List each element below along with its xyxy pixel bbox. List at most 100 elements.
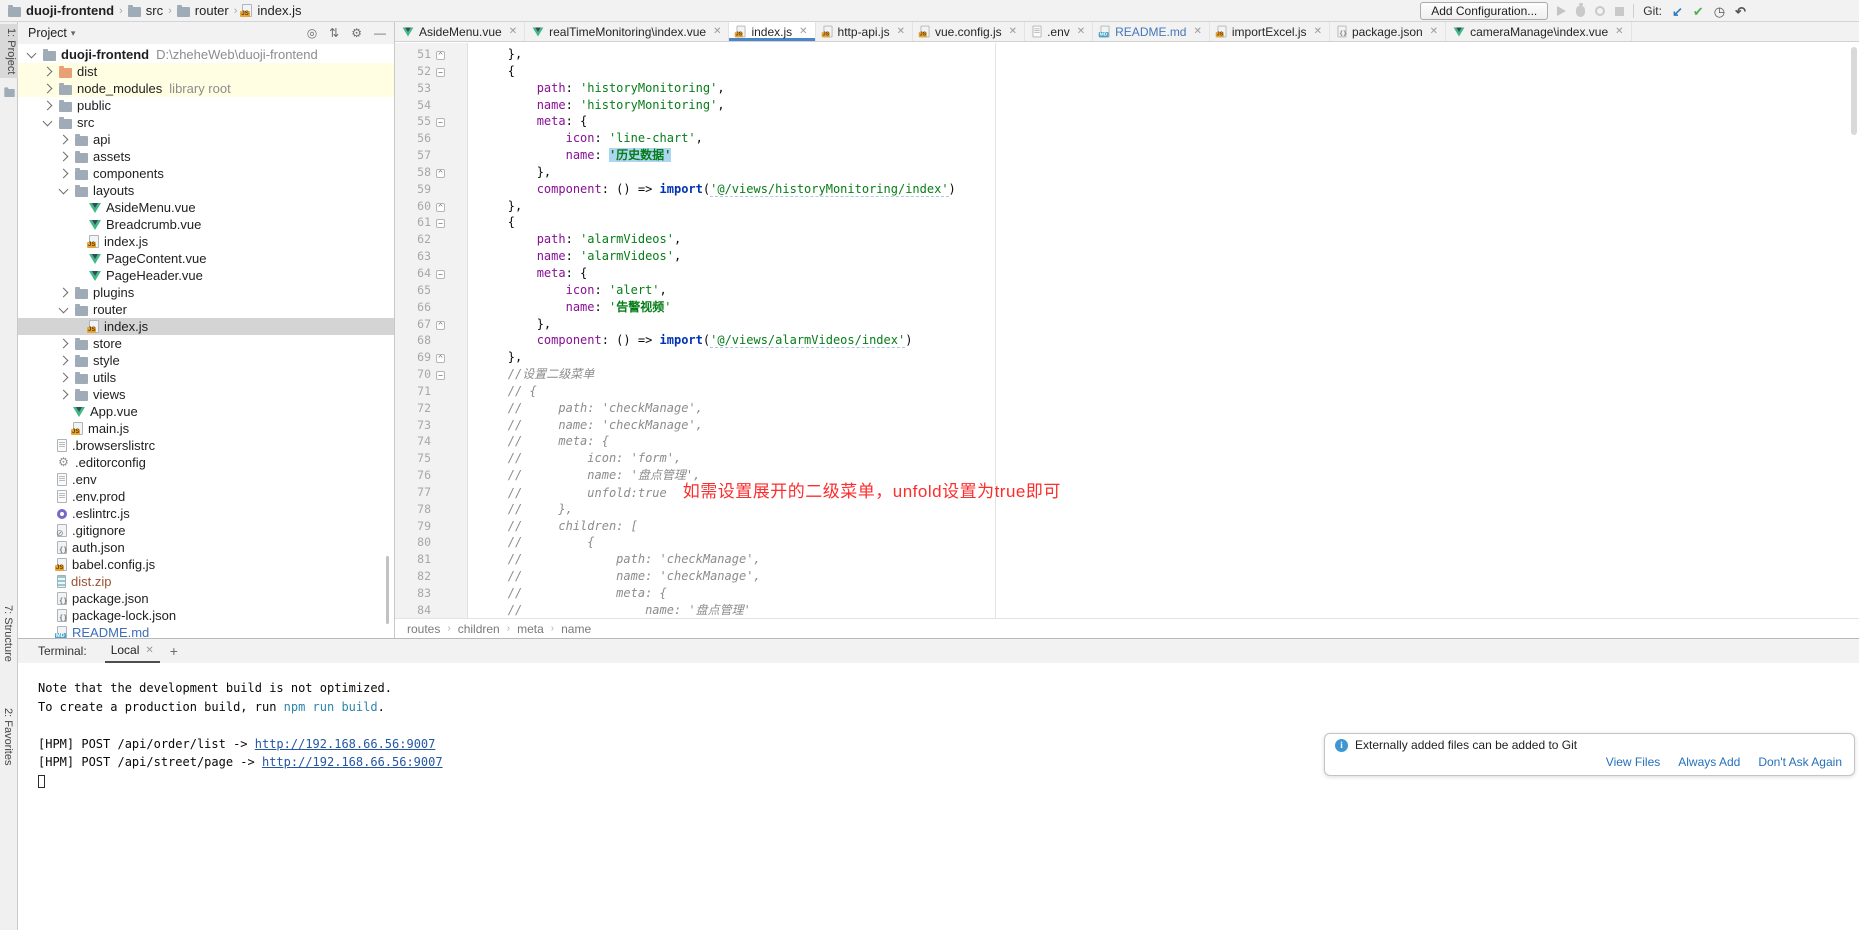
tree-item-.env.prod[interactable]: .env.prod [18, 488, 394, 505]
close-icon[interactable]: ✕ [799, 26, 807, 37]
tree-item-App.vue[interactable]: App.vue [18, 403, 394, 420]
fold-marker[interactable]: − [431, 113, 450, 130]
tab-index.js[interactable]: index.js✕ [729, 22, 815, 41]
tree-item-views[interactable]: views [18, 386, 394, 403]
tab-importExcel.js[interactable]: importExcel.js✕ [1210, 22, 1330, 41]
tab-realTimeMonitoring-index.vue[interactable]: realTimeMonitoring\index.vue✕ [525, 22, 729, 41]
fold-marker[interactable]: ^ [431, 349, 450, 366]
chevron-down-icon[interactable] [27, 48, 37, 58]
tree-item-layouts[interactable]: layouts [18, 182, 394, 199]
close-icon[interactable]: ✕ [1193, 26, 1201, 37]
chevron-down-icon[interactable]: ▾ [71, 28, 76, 39]
tool-button-structure[interactable]: 7: Structure [2, 605, 14, 662]
tree-item-Breadcrumb.vue[interactable]: Breadcrumb.vue [18, 216, 394, 233]
hide-panel-icon[interactable]: — [374, 26, 386, 40]
tree-item-auth.json[interactable]: auth.json [18, 539, 394, 556]
chevron-down-icon[interactable] [59, 303, 69, 313]
tree-item-package.json[interactable]: package.json [18, 590, 394, 607]
coverage-icon[interactable] [1595, 6, 1605, 16]
terminal-link[interactable]: http://192.168.66.56:9007 [262, 755, 443, 769]
tree-item-package-lock.json[interactable]: package-lock.json [18, 607, 394, 624]
tree-item-.env[interactable]: .env [18, 471, 394, 488]
tree-item-node-modules[interactable]: node_moduleslibrary root [18, 80, 394, 97]
tree-item-dist.zip[interactable]: dist.zip [18, 573, 394, 590]
editor-breadcrumb-meta[interactable]: meta [517, 622, 544, 636]
fold-marker[interactable]: − [431, 265, 450, 282]
history-clock-icon[interactable]: ◷ [1714, 5, 1725, 18]
fold-marker[interactable]: ^ [431, 316, 450, 333]
breadcrumb-item[interactable]: src [128, 3, 163, 18]
run-icon[interactable] [1557, 6, 1566, 16]
tab-AsideMenu.vue[interactable]: AsideMenu.vue✕ [395, 22, 525, 41]
tree-item-index.js[interactable]: index.js [18, 233, 394, 250]
debug-icon[interactable] [1576, 6, 1585, 17]
close-icon[interactable]: ✕ [1009, 26, 1017, 37]
tree-item-style[interactable]: style [18, 352, 394, 369]
chevron-right-icon[interactable] [43, 84, 53, 94]
fold-marker[interactable]: ^ [431, 46, 450, 63]
chevron-down-icon[interactable] [43, 116, 53, 126]
tree-item-plugins[interactable]: plugins [18, 284, 394, 301]
close-icon[interactable]: ✕ [1430, 26, 1438, 37]
locate-icon[interactable]: ◎ [307, 26, 317, 40]
tree-item-README.md[interactable]: README.md [18, 624, 394, 638]
fold-marker[interactable]: ^ [431, 164, 450, 181]
collapse-all-icon[interactable]: ⇅ [329, 26, 339, 40]
tree-item-index.js[interactable]: index.js [18, 318, 394, 335]
editor-breadcrumb-routes[interactable]: routes [407, 622, 440, 636]
editor-breadcrumb-name[interactable]: name [561, 622, 591, 636]
breadcrumb-item[interactable]: duoji-frontend [8, 3, 114, 18]
tab-vue.config.js[interactable]: vue.config.js✕ [913, 22, 1025, 41]
tab-cameraManage-index.vue[interactable]: cameraManage\index.vue✕ [1446, 22, 1631, 41]
tree-item-assets[interactable]: assets [18, 148, 394, 165]
tree-item-babel.config.js[interactable]: babel.config.js [18, 556, 394, 573]
stop-icon[interactable] [1615, 7, 1624, 16]
tool-button-favorites[interactable]: 2: Favorites [2, 708, 14, 765]
close-icon[interactable]: ✕ [145, 645, 153, 656]
rollback-icon[interactable]: ↶ [1735, 5, 1746, 18]
terminal-link[interactable]: http://192.168.66.56:9007 [255, 737, 436, 751]
fold-marker[interactable]: − [431, 366, 450, 383]
close-icon[interactable]: ✕ [713, 26, 721, 37]
tree-item-api[interactable]: api [18, 131, 394, 148]
close-icon[interactable]: ✕ [509, 26, 517, 37]
tab-package.json[interactable]: package.json✕ [1330, 22, 1446, 41]
add-configuration-button[interactable]: Add Configuration... [1420, 2, 1548, 20]
breadcrumb-item[interactable]: index.js [242, 3, 301, 18]
tree-scrollbar[interactable] [386, 556, 389, 624]
notification-action-don-t-ask-again[interactable]: Don't Ask Again [1758, 755, 1842, 769]
chevron-right-icon[interactable] [59, 288, 69, 298]
tree-item-AsideMenu.vue[interactable]: AsideMenu.vue [18, 199, 394, 216]
new-terminal-icon[interactable]: + [170, 643, 178, 659]
tree-item-.gitignore[interactable]: .gitignore [18, 522, 394, 539]
tree-item-duoji-frontend[interactable]: duoji-frontendD:\zheheWeb\duoji-frontend [18, 46, 394, 63]
fold-marker[interactable]: ^ [431, 198, 450, 215]
chevron-right-icon[interactable] [59, 135, 69, 145]
tree-item-store[interactable]: store [18, 335, 394, 352]
gear-icon[interactable]: ⚙ [351, 26, 362, 40]
chevron-right-icon[interactable] [59, 169, 69, 179]
tree-item-PageContent.vue[interactable]: PageContent.vue [18, 250, 394, 267]
breadcrumb-item[interactable]: router [177, 3, 229, 18]
chevron-right-icon[interactable] [59, 152, 69, 162]
tab-http-api.js[interactable]: http-api.js✕ [816, 22, 913, 41]
notification-action-view-files[interactable]: View Files [1606, 755, 1660, 769]
update-project-icon[interactable]: ↙ [1672, 5, 1683, 18]
tree-item-.editorconfig[interactable]: .editorconfig [18, 454, 394, 471]
chevron-down-icon[interactable] [59, 184, 69, 194]
chevron-right-icon[interactable] [59, 339, 69, 349]
chevron-right-icon[interactable] [59, 356, 69, 366]
close-icon[interactable]: ✕ [1077, 26, 1085, 37]
chevron-right-icon[interactable] [59, 390, 69, 400]
tree-item-components[interactable]: components [18, 165, 394, 182]
fold-marker[interactable]: − [431, 214, 450, 231]
tree-item-utils[interactable]: utils [18, 369, 394, 386]
close-icon[interactable]: ✕ [1314, 26, 1322, 37]
close-icon[interactable]: ✕ [1615, 26, 1623, 37]
tab-.env[interactable]: .env✕ [1025, 22, 1093, 41]
fold-marker[interactable]: − [431, 63, 450, 80]
tree-item-PageHeader.vue[interactable]: PageHeader.vue [18, 267, 394, 284]
tree-item-.browserslistrc[interactable]: .browserslistrc [18, 437, 394, 454]
commit-icon[interactable]: ✔ [1693, 5, 1704, 18]
tree-item-src[interactable]: src [18, 114, 394, 131]
